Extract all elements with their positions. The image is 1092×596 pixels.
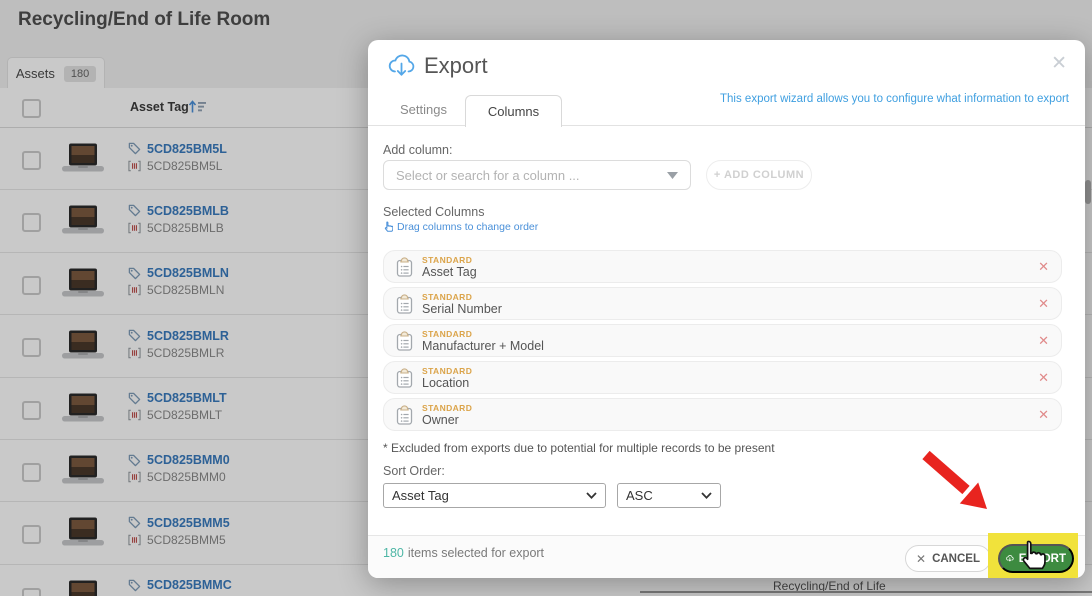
drag-columns-hint: Drag columns to change order (383, 221, 538, 233)
cloud-download-icon (388, 53, 415, 79)
sort-order-label: Sort Order: (383, 464, 445, 478)
column-type-label: STANDARD (422, 292, 502, 302)
column-text: STANDARD Manufacturer + Model (422, 329, 544, 353)
column-name-label: Manufacturer + Model (422, 339, 544, 353)
drag-columns-hint-text: Drag columns to change order (397, 221, 538, 233)
clipboard-icon (396, 405, 413, 425)
red-arrow-annotation (895, 442, 1005, 522)
remove-column-icon[interactable]: ✕ (1038, 333, 1049, 349)
remove-column-icon[interactable]: ✕ (1038, 259, 1049, 275)
add-column-button[interactable]: + ADD COLUMN (706, 160, 812, 190)
chevron-down-icon (667, 172, 678, 179)
clipboard-icon (396, 294, 413, 314)
add-column-label: Add column: (383, 143, 452, 157)
drag-hand-icon (383, 221, 393, 233)
clipboard-icon (396, 368, 413, 388)
column-name-label: Owner (422, 413, 472, 427)
sort-field-select[interactable]: Asset Tag (383, 483, 606, 508)
sort-field-value: Asset Tag (392, 488, 586, 503)
items-selected-suffix: items selected for export (408, 546, 544, 560)
tab-settings[interactable]: Settings (400, 102, 447, 117)
column-type-label: STANDARD (422, 366, 472, 376)
column-text: STANDARD Location (422, 366, 472, 390)
clipboard-icon (396, 331, 413, 351)
exclusion-note: * Excluded from exports due to potential… (383, 441, 775, 455)
clipboard-icon (396, 257, 413, 277)
column-type-label: STANDARD (422, 403, 472, 413)
selected-column-item[interactable]: STANDARD Asset Tag ✕ (383, 250, 1062, 283)
column-text: STANDARD Owner (422, 403, 472, 427)
cancel-x-icon: ✕ (916, 552, 926, 566)
add-column-select[interactable]: Select or search for a column ... (383, 160, 691, 190)
remove-column-icon[interactable]: ✕ (1038, 296, 1049, 312)
close-icon[interactable]: ✕ (1051, 54, 1067, 73)
column-name-label: Location (422, 376, 472, 390)
selected-column-item[interactable]: STANDARD Location ✕ (383, 361, 1062, 394)
column-name-label: Asset Tag (422, 265, 477, 279)
selected-columns-label: Selected Columns (383, 205, 484, 219)
remove-column-icon[interactable]: ✕ (1038, 407, 1049, 423)
column-text: STANDARD Serial Number (422, 292, 502, 316)
add-column-placeholder: Select or search for a column ... (396, 168, 667, 183)
chevron-down-icon (701, 492, 712, 499)
selected-column-item[interactable]: STANDARD Serial Number ✕ (383, 287, 1062, 320)
column-type-label: STANDARD (422, 329, 544, 339)
chevron-down-icon (586, 492, 597, 499)
selected-column-item[interactable]: STANDARD Owner ✕ (383, 398, 1062, 431)
sort-direction-select[interactable]: ASC (617, 483, 721, 508)
cancel-button-label: CANCEL (932, 553, 980, 565)
mouse-cursor (1016, 539, 1046, 573)
items-selected-text: 180 items selected for export (383, 546, 544, 560)
modal-title: Export (424, 53, 488, 79)
cloud-download-icon (1006, 552, 1014, 565)
remove-column-icon[interactable]: ✕ (1038, 370, 1049, 386)
column-type-label: STANDARD (422, 255, 477, 265)
cancel-button[interactable]: ✕ CANCEL (905, 545, 991, 572)
modal-header: Export (388, 53, 488, 79)
export-wizard-hint: This export wizard allows you to configu… (720, 93, 1069, 105)
screen: Recycling/End of Life Room Assets 180 As… (0, 0, 1092, 596)
column-text: STANDARD Asset Tag (422, 255, 477, 279)
items-selected-count: 180 (383, 546, 404, 560)
sort-direction-value: ASC (626, 488, 701, 503)
selected-column-item[interactable]: STANDARD Manufacturer + Model ✕ (383, 324, 1062, 357)
column-name-label: Serial Number (422, 302, 502, 316)
tab-columns[interactable]: Columns (465, 95, 562, 127)
selected-columns-list: STANDARD Asset Tag ✕ STANDARD Serial Num… (383, 250, 1062, 435)
